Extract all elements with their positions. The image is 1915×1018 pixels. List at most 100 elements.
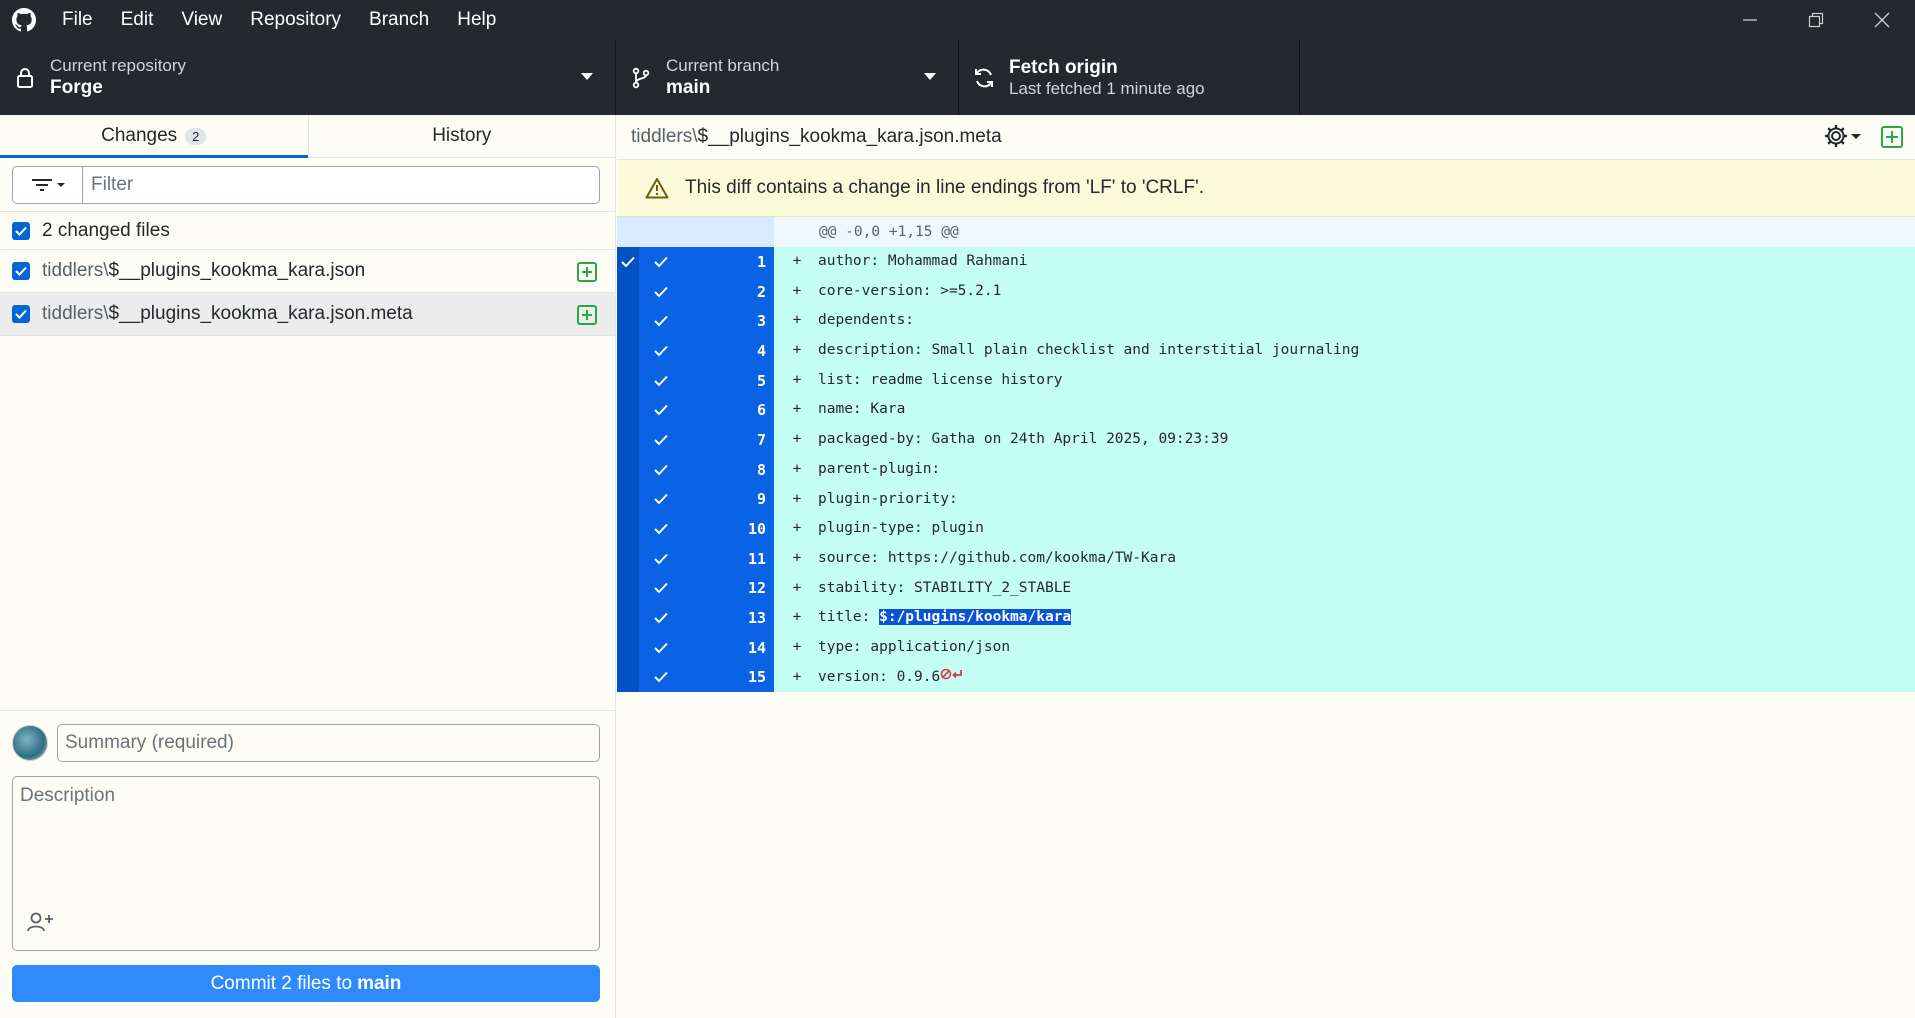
menu-branch[interactable]: Branch	[355, 0, 443, 40]
menu-help[interactable]: Help	[443, 0, 510, 40]
added-marker: +	[792, 579, 802, 596]
select-all-row[interactable]: 2 changed files	[0, 212, 615, 250]
line-text: author: Mohammad Rahmani	[818, 253, 1028, 269]
diff-line: 13 + title: $:/plugins/kookma/kara	[617, 603, 1915, 633]
line-gutter[interactable]: 3	[639, 306, 774, 337]
add-coauthor-icon[interactable]	[27, 911, 55, 938]
check-icon	[639, 642, 683, 654]
menu-view[interactable]: View	[167, 0, 236, 40]
restore-button[interactable]	[1783, 0, 1849, 40]
line-selection-marker[interactable]	[617, 603, 639, 633]
line-gutter[interactable]: 1	[639, 247, 774, 277]
list-item[interactable]: tiddlers\ $__plugins_kookma_kara.json	[0, 250, 615, 293]
fetch-origin-button[interactable]: Fetch origin Last fetched 1 minute ago	[959, 40, 1300, 115]
line-selection-marker[interactable]	[617, 306, 639, 337]
line-selection-marker[interactable]	[617, 662, 639, 693]
hunk-gutter[interactable]	[617, 217, 774, 247]
commit-button[interactable]: Commit 2 files to main	[12, 965, 600, 1002]
hunk-header-text: @@ -0,0 +1,15 @@	[819, 224, 959, 240]
select-all-checkbox[interactable]	[12, 221, 30, 240]
tab-history[interactable]: History	[307, 115, 616, 157]
menu-repository[interactable]: Repository	[236, 0, 355, 40]
line-selection-marker[interactable]	[617, 336, 639, 366]
minimize-button[interactable]	[1717, 0, 1783, 40]
check-icon	[639, 464, 683, 476]
line-selection-marker[interactable]	[617, 632, 639, 663]
filter-options-button[interactable]	[13, 166, 83, 203]
added-marker: +	[792, 401, 802, 418]
line-selection-marker[interactable]	[617, 425, 639, 455]
line-text: list: readme license history	[818, 371, 1063, 388]
line-gutter[interactable]: 12	[639, 573, 774, 604]
filter-input[interactable]	[83, 166, 599, 203]
line-text: name: Kara	[818, 401, 906, 418]
line-selection-marker[interactable]	[617, 514, 639, 544]
github-logo-icon[interactable]	[0, 0, 48, 40]
line-text: plugin-type: plugin	[818, 520, 984, 537]
check-icon	[639, 612, 683, 624]
title-bar: File Edit View Repository Branch Help	[0, 0, 1915, 40]
branch-caption: Current branch	[666, 56, 780, 75]
line-code: author: Mohammad Rahmani	[808, 247, 1028, 277]
menu-file[interactable]: File	[48, 0, 107, 40]
line-code: plugin-priority:	[808, 485, 958, 515]
list-item[interactable]: tiddlers\ $__plugins_kookma_kara.json.met…	[0, 293, 615, 336]
current-repository-selector[interactable]: Current repository Forge	[0, 40, 616, 115]
line-gutter[interactable]: 10	[639, 514, 774, 544]
check-icon	[639, 256, 683, 268]
line-selection-marker[interactable]	[617, 543, 639, 574]
tab-changes-label: Changes	[101, 125, 178, 146]
fetch-status: Last fetched 1 minute ago	[1009, 79, 1205, 98]
line-gutter[interactable]: 4	[639, 336, 774, 366]
line-number: 8	[756, 460, 766, 479]
line-gutter[interactable]: 5	[639, 365, 774, 396]
diff-line: 11 + source: https://github.com/kookma/TW-…	[617, 543, 1915, 574]
line-selection-marker[interactable]	[617, 573, 639, 604]
expand-diff-icon[interactable]	[1881, 126, 1903, 154]
diff-panel: tiddlers\ $__plugins_kookma_kara.json.met…	[617, 115, 1915, 1018]
line-gutter[interactable]: 8	[639, 454, 774, 485]
menu-bar: File Edit View Repository Branch Help	[48, 0, 510, 40]
check-icon	[639, 523, 683, 535]
current-branch-selector[interactable]: Current branch main	[616, 40, 959, 115]
diff-settings-button[interactable]	[1823, 123, 1863, 149]
line-gutter[interactable]: 6	[639, 395, 774, 426]
line-gutter[interactable]: 15	[639, 662, 774, 693]
line-gutter[interactable]: 11	[639, 543, 774, 574]
line-code: stability: STABILITY_2_STABLE	[808, 574, 1071, 604]
line-selection-marker[interactable]	[617, 454, 639, 485]
file-added-icon	[577, 305, 597, 331]
line-number: 2	[756, 282, 766, 301]
menu-edit[interactable]: Edit	[107, 0, 168, 40]
line-selection-marker[interactable]	[617, 395, 639, 426]
line-gutter[interactable]: 14	[639, 632, 774, 663]
line-text: description: Small plain checklist and i…	[818, 342, 1360, 359]
file-checkbox[interactable]	[12, 262, 30, 280]
line-selection-marker[interactable]	[617, 276, 639, 307]
line-gutter[interactable]: 7	[639, 425, 774, 455]
added-marker: +	[792, 638, 802, 655]
line-selection-marker[interactable]	[617, 484, 639, 515]
selected-text[interactable]: $:/plugins/kookma/kara	[879, 609, 1072, 626]
line-gutter[interactable]: 9	[639, 484, 774, 515]
diff-file-dir: tiddlers\	[631, 126, 698, 147]
diff-line: 15 + version: 0.9.6	[617, 662, 1915, 693]
added-marker: +	[792, 609, 802, 626]
added-marker: +	[792, 668, 802, 685]
tab-changes[interactable]: Changes 2	[0, 115, 308, 158]
line-selection-marker[interactable]	[617, 247, 639, 277]
file-checkbox[interactable]	[12, 305, 30, 323]
summary-input[interactable]	[57, 724, 600, 762]
check-icon	[639, 315, 683, 327]
close-window-button[interactable]	[1849, 0, 1915, 40]
description-input[interactable]	[13, 777, 599, 907]
line-number: 6	[756, 401, 766, 420]
line-number: 11	[747, 549, 766, 568]
line-number: 15	[747, 668, 766, 687]
line-selection-marker[interactable]	[617, 365, 639, 396]
line-gutter[interactable]: 2	[639, 276, 774, 307]
line-gutter[interactable]: 13	[639, 603, 774, 633]
line-code: core-version: >=5.2.1	[808, 277, 1001, 307]
diff-line: 6 + name: Kara	[617, 395, 1915, 426]
check-icon	[639, 286, 683, 298]
